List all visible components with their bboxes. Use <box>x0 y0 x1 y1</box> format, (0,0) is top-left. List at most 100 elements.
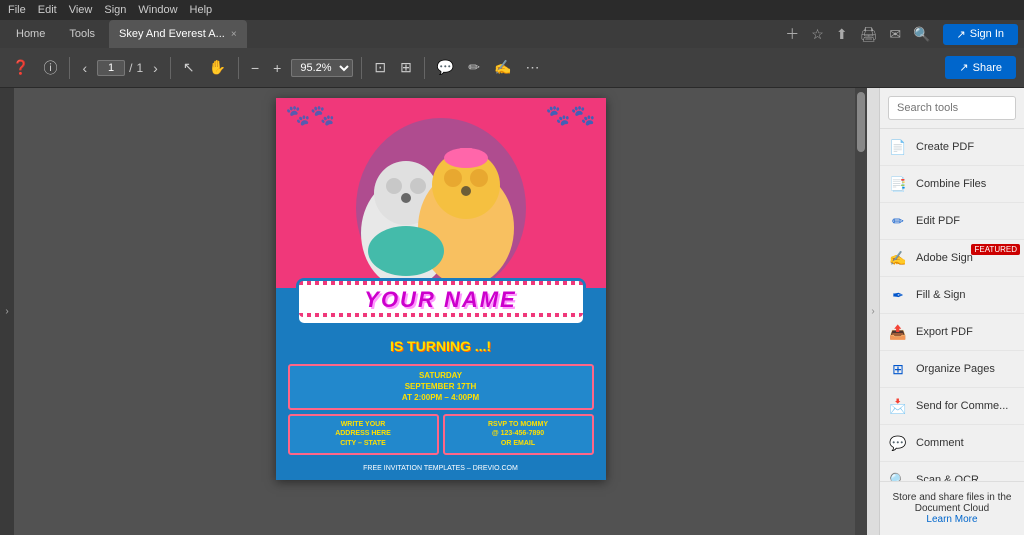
date-line1: SATURDAY <box>294 370 588 381</box>
send-for-comment-label: Send for Comme... <box>916 400 1016 412</box>
share-icon: ↗ <box>959 61 968 74</box>
share-button[interactable]: ↗ Share <box>945 56 1016 79</box>
print-icon[interactable]: 🖨 <box>860 26 878 43</box>
organize-pages-icon: ⊞ <box>888 359 908 379</box>
right-panel-toggle[interactable]: › <box>867 88 879 535</box>
tab-home[interactable]: Home <box>6 20 55 48</box>
tool-item-create-pdf[interactable]: 📄Create PDF <box>880 129 1024 166</box>
rsvp-box: RSVP TO MOMMY @ 123-456-7890 OR EMAIL <box>443 414 594 455</box>
nav-prev-icon[interactable]: ‹ <box>78 56 91 80</box>
tool-item-combine-files[interactable]: 📑Combine Files <box>880 166 1024 203</box>
tool-item-scan-ocr[interactable]: 🔍Scan & OCR <box>880 462 1024 481</box>
your-name-text: YOUR NAME <box>299 287 583 313</box>
main-area: › 🐾🐾 🐾🐾 <box>0 88 1024 535</box>
comment-icon: 💬 <box>888 433 908 453</box>
fit-page-icon[interactable]: ⊡ <box>370 55 390 80</box>
zoom-out-icon[interactable]: − <box>247 56 263 80</box>
tool-item-fill-sign[interactable]: ✒Fill & Sign <box>880 277 1024 314</box>
tool-item-adobe-sign[interactable]: ✍Adobe SignFEATURED <box>880 240 1024 277</box>
rsvp-line3: OR EMAIL <box>449 439 588 449</box>
rsvp-line1: RSVP TO MOMMY <box>449 420 588 430</box>
right-toggle-icon: › <box>871 306 874 317</box>
pdf-blue-section: YOUR NAME IS TURNING ...! SATURDAY SEPTE… <box>276 288 606 480</box>
mail-icon[interactable]: ✉ <box>889 26 901 43</box>
address-line2: ADDRESS HERE <box>294 429 433 439</box>
right-panel: 📄Create PDF📑Combine Files✏Edit PDF✍Adobe… <box>879 88 1024 535</box>
menu-item-file[interactable]: File <box>8 4 26 16</box>
tab-tools[interactable]: Tools <box>59 20 105 48</box>
fill-sign-label: Fill & Sign <box>916 289 1016 301</box>
menu-bar: const menuData = JSON.parse(document.get… <box>0 0 1024 20</box>
address-box: WRITE YOUR ADDRESS HERE CITY – STATE <box>288 414 439 455</box>
share-label: Share <box>973 62 1002 74</box>
menu-item-help[interactable]: Help <box>190 4 213 16</box>
cursor-tool-icon[interactable]: ↖ <box>179 55 199 80</box>
menu-item-edit[interactable]: Edit <box>38 4 57 16</box>
sign-in-icon: ↗ <box>957 28 966 41</box>
tab-bar-actions: ＋ ☆ ⬆ 🖨 ✉ 🔍 ↗ Sign In <box>785 24 1018 45</box>
name-banner: YOUR NAME <box>296 278 586 326</box>
address-line1: WRITE YOUR <box>294 420 433 430</box>
organize-pages-label: Organize Pages <box>916 363 1016 375</box>
nav-next-icon[interactable]: › <box>149 56 162 80</box>
tab-bar: Home Tools Skey And Everest A... × ＋ ☆ ⬆… <box>0 20 1024 48</box>
tool-item-edit-pdf[interactable]: ✏Edit PDF <box>880 203 1024 240</box>
date-box: SATURDAY SEPTEMBER 17TH AT 2:00PM – 4:00… <box>288 364 594 410</box>
left-panel-toggle[interactable]: › <box>0 88 14 535</box>
dogs-illustration <box>291 113 591 288</box>
menu-item-window[interactable]: Window <box>138 4 177 16</box>
banner-dots-top <box>299 281 583 285</box>
search-tools-section <box>880 88 1024 129</box>
pdf-viewer[interactable]: 🐾🐾 🐾🐾 <box>14 88 867 535</box>
menu-item-sign[interactable]: Sign <box>104 4 126 16</box>
banner-dots-bottom <box>299 313 583 317</box>
tab-close-button[interactable]: × <box>231 29 237 40</box>
toolbar-separator-2 <box>170 57 171 79</box>
hand-tool-icon[interactable]: ✋ <box>205 55 230 80</box>
sign-tool-icon[interactable]: ✍ <box>490 55 515 80</box>
zoom-select[interactable]: 95.2% 50% 75% 100% 125% <box>291 59 353 77</box>
tool-item-organize-pages[interactable]: ⊞ Organize Pages <box>880 351 1024 388</box>
adobe-sign-featured-badge: FEATURED <box>971 244 1020 255</box>
sign-in-button[interactable]: ↗ Sign In <box>943 24 1018 45</box>
page-separator: / <box>129 61 132 75</box>
menu-item-view[interactable]: View <box>69 4 93 16</box>
tools-grid-icon[interactable]: ⊞ <box>396 55 416 80</box>
address-line3: CITY – STATE <box>294 439 433 449</box>
address-rsvp-row: WRITE YOUR ADDRESS HERE CITY – STATE RSV… <box>288 414 594 455</box>
pencil-tool-icon[interactable]: ✏ <box>464 55 484 80</box>
scan-ocr-icon: 🔍 <box>888 470 908 481</box>
pdf-pink-section: 🐾🐾 🐾🐾 <box>276 98 606 288</box>
zoom-in-icon[interactable]: + <box>269 56 285 80</box>
toolbar-separator-4 <box>361 57 362 79</box>
cloud-upload-icon[interactable]: ⬆ <box>836 26 848 43</box>
export-pdf-icon: 📤 <box>888 322 908 342</box>
tool-item-send-for-comment[interactable]: 📩Send for Comme... <box>880 388 1024 425</box>
learn-more-link[interactable]: Learn More <box>888 514 1016 525</box>
more-tools-icon[interactable]: ⋯ <box>521 55 543 80</box>
tab-active-document[interactable]: Skey And Everest A... × <box>109 20 247 48</box>
edit-pdf-label: Edit PDF <box>916 215 1016 227</box>
help-icon[interactable]: ❓ <box>8 55 33 80</box>
search-icon[interactable]: 🔍 <box>913 26 930 43</box>
turning-text: IS TURNING ...! <box>276 336 606 360</box>
date-line3: AT 2:00PM – 4:00PM <box>294 392 588 403</box>
toolbar-separator-5 <box>424 57 425 79</box>
pdf-scrollbar[interactable] <box>855 88 867 535</box>
pdf-scroll-thumb[interactable] <box>857 92 865 152</box>
bookmark-icon[interactable]: ☆ <box>811 26 824 43</box>
comment-bubble-icon[interactable]: 💬 <box>433 55 458 80</box>
date-line2: SEPTEMBER 17TH <box>294 381 588 392</box>
new-tab-icon[interactable]: ＋ <box>785 24 799 44</box>
create-pdf-icon: 📄 <box>888 137 908 157</box>
search-tools-input[interactable] <box>888 96 1016 120</box>
export-pdf-label: Export PDF <box>916 326 1016 338</box>
pdf-page: 🐾🐾 🐾🐾 <box>276 98 606 480</box>
toolbar: ❓ ⓘ ‹ / 1 › ↖ ✋ − + 95.2% 50% 75% 100% 1… <box>0 48 1024 88</box>
footer-store-text: Store and share files in the Document Cl… <box>888 492 1016 514</box>
pdf-footer-text: FREE INVITATION TEMPLATES – DREVIO.COM <box>276 459 606 480</box>
info-icon[interactable]: ⓘ <box>39 54 61 82</box>
page-input[interactable] <box>97 60 125 76</box>
tool-item-comment[interactable]: 💬Comment <box>880 425 1024 462</box>
tool-item-export-pdf[interactable]: 📤 Export PDF <box>880 314 1024 351</box>
